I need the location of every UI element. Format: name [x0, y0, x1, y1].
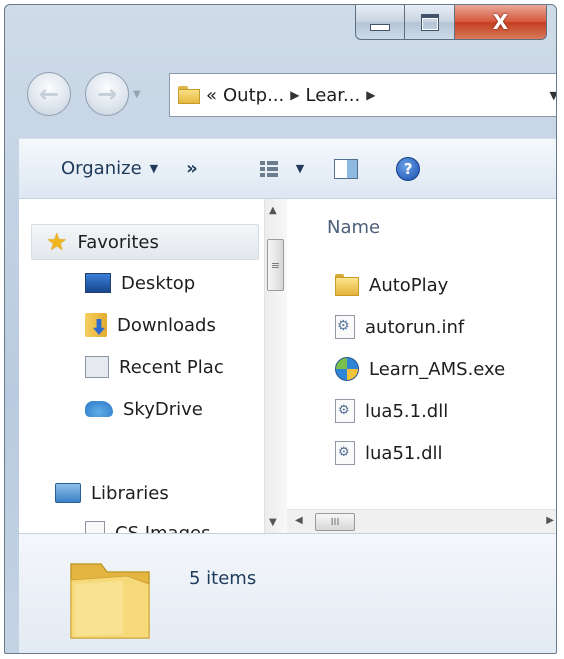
explorer-window: X ← → ▼ « Outp... ▶ Lear... ▶ ▼ Organize…	[4, 4, 557, 654]
maximize-icon	[420, 13, 439, 31]
close-button[interactable]: X	[455, 5, 547, 40]
downloads-icon	[85, 313, 107, 337]
nav-item-recent-places[interactable]: Recent Plac	[85, 349, 224, 385]
nav-item-label: Downloads	[117, 314, 216, 336]
breadcrumb-segment[interactable]: Outp...	[223, 85, 284, 106]
scrollbar-thumb[interactable]: III	[315, 513, 355, 531]
item-count: 5 items	[189, 568, 257, 589]
address-dropdown-icon[interactable]: ▼	[550, 89, 556, 102]
folder-icon	[70, 563, 150, 639]
nav-item-libraries[interactable]: Libraries	[55, 475, 169, 511]
file-list: Name AutoPlay autorun.inf Learn_AMS.exe …	[287, 199, 556, 535]
recent-locations-dropdown[interactable]: ▼	[133, 89, 143, 100]
scroll-left-icon[interactable]: ◀	[295, 515, 303, 526]
address-bar[interactable]: « Outp... ▶ Lear... ▶ ▼	[169, 73, 556, 117]
name-column-header[interactable]: Name	[327, 217, 380, 238]
desktop-icon	[85, 273, 111, 293]
dll-icon	[335, 399, 355, 423]
list-item[interactable]: lua51.dll	[335, 435, 443, 471]
list-item[interactable]: AutoPlay	[335, 267, 448, 303]
chevron-down-icon: ▼	[149, 162, 159, 175]
help-icon[interactable]: ?	[396, 156, 421, 181]
close-icon: X	[492, 10, 509, 34]
file-list-hscrollbar[interactable]: ◀ III ▶	[287, 509, 556, 535]
navigation-pane: ★ Favorites Desktop Downloads Recent Pla…	[19, 199, 264, 534]
file-name: Learn_AMS.exe	[369, 358, 506, 380]
back-arrow-icon: ←	[38, 80, 60, 108]
list-item[interactable]: Learn_AMS.exe	[335, 351, 505, 387]
star-icon: ★	[46, 228, 68, 256]
file-name: lua51.dll	[365, 442, 443, 464]
content-area: ★ Favorites Desktop Downloads Recent Pla…	[19, 198, 556, 535]
nav-item-label: Libraries	[91, 482, 169, 504]
nav-item-skydrive[interactable]: SkyDrive	[85, 391, 203, 427]
application-icon	[335, 357, 359, 381]
settings-file-icon	[335, 315, 355, 339]
address-overflow[interactable]: «	[206, 85, 217, 106]
minimize-button[interactable]	[355, 5, 405, 40]
nav-item-favorites[interactable]: ★ Favorites	[31, 224, 259, 260]
chevron-down-icon[interactable]: ▼	[296, 162, 304, 175]
scrollbar-thumb[interactable]: ≡	[267, 239, 284, 291]
maximize-button[interactable]	[405, 5, 455, 40]
folder-icon	[335, 274, 359, 296]
file-name: lua5.1.dll	[365, 400, 449, 422]
breadcrumb-separator[interactable]: ▶	[366, 88, 375, 102]
details-pane: 5 items	[19, 533, 556, 653]
breadcrumb-separator[interactable]: ▶	[290, 88, 299, 102]
command-bar: Organize ▼ » ▼ ?	[19, 138, 556, 198]
nav-item-label: Recent Plac	[119, 356, 224, 378]
nav-item-label: Favorites	[77, 231, 159, 253]
skydrive-icon	[85, 401, 113, 417]
breadcrumb-segment[interactable]: Lear...	[305, 85, 360, 106]
list-item[interactable]: lua5.1.dll	[335, 393, 448, 429]
file-name: AutoPlay	[369, 274, 449, 296]
minimize-icon	[370, 23, 390, 31]
nav-item-cs-images[interactable]: CS Images	[85, 515, 210, 534]
dll-icon	[335, 441, 355, 465]
preview-pane-icon[interactable]	[334, 158, 359, 179]
caption-buttons: X	[355, 5, 547, 41]
scroll-right-icon[interactable]: ▶	[546, 515, 554, 526]
scroll-down-icon[interactable]: ▼	[269, 517, 277, 528]
more-commands-button[interactable]: »	[186, 158, 198, 179]
details-view-icon	[259, 160, 278, 177]
forward-button[interactable]: →	[85, 72, 129, 116]
scroll-up-icon[interactable]: ▲	[269, 205, 277, 216]
forward-arrow-icon: →	[96, 80, 118, 108]
nav-item-downloads[interactable]: Downloads	[85, 307, 216, 343]
nav-item-label: SkyDrive	[123, 398, 203, 420]
change-view-button[interactable]: ▼	[259, 160, 304, 177]
nav-item-label: Desktop	[121, 272, 196, 294]
recent-places-icon	[85, 356, 109, 378]
back-button[interactable]: ←	[27, 72, 71, 116]
list-item[interactable]: autorun.inf	[335, 309, 464, 345]
organize-label: Organize	[61, 158, 142, 179]
navigation-pane-scrollbar[interactable]: ▲ ≡ ▼	[264, 199, 287, 534]
organize-button[interactable]: Organize ▼	[61, 158, 158, 179]
file-name: autorun.inf	[365, 316, 465, 338]
folder-icon	[178, 86, 200, 104]
libraries-icon	[55, 483, 81, 503]
nav-item-desktop[interactable]: Desktop	[85, 265, 195, 301]
